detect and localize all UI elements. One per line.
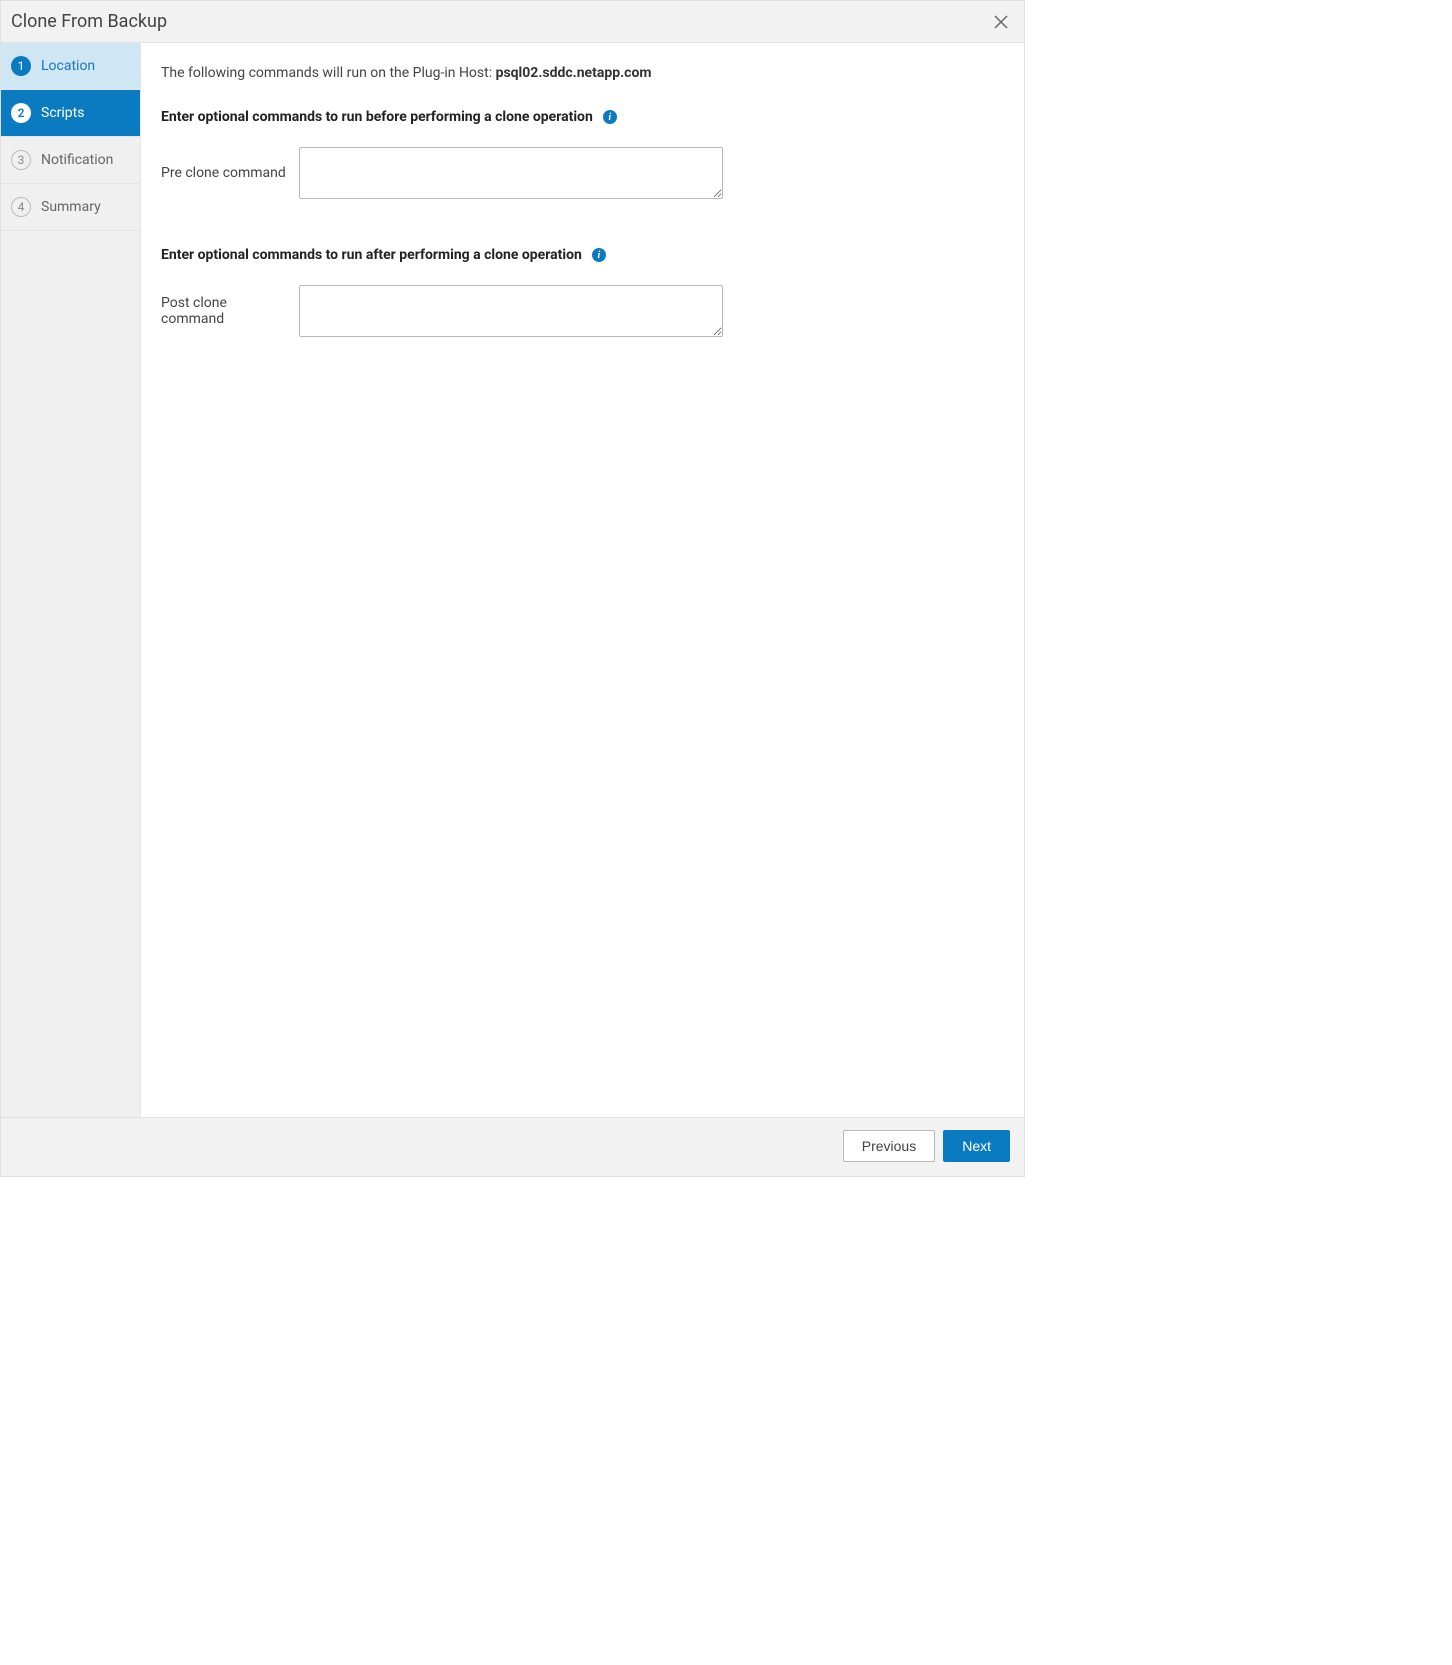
step-notification[interactable]: 3 Notification — [1, 137, 140, 184]
step-label: Location — [41, 58, 95, 74]
post-section-text: Enter optional commands to run after per… — [161, 247, 582, 263]
next-button[interactable]: Next — [943, 1130, 1010, 1162]
plugin-host-line: The following commands will run on the P… — [161, 65, 1004, 81]
host-name: psql02.sddc.netapp.com — [496, 65, 652, 81]
close-button[interactable] — [992, 13, 1010, 31]
post-clone-field-row: Post clone command — [161, 285, 1004, 337]
step-scripts[interactable]: 2 Scripts — [1, 90, 140, 137]
step-number: 4 — [11, 197, 31, 217]
pre-clone-field-label: Pre clone command — [161, 165, 291, 181]
dialog-header: Clone From Backup — [1, 1, 1024, 43]
post-clone-field-label: Post clone command — [161, 295, 291, 327]
pre-clone-field-row: Pre clone command — [161, 147, 1004, 199]
previous-button[interactable]: Previous — [843, 1130, 935, 1162]
post-clone-command-input[interactable] — [299, 285, 723, 337]
dialog-footer: Previous Next — [1, 1117, 1024, 1176]
pre-section-text: Enter optional commands to run before pe… — [161, 109, 593, 125]
host-line-prefix: The following commands will run on the P… — [161, 65, 496, 81]
dialog-body: 1 Location 2 Scripts 3 Notification 4 Su… — [1, 43, 1024, 1117]
step-summary[interactable]: 4 Summary — [1, 184, 140, 231]
info-icon[interactable]: i — [592, 248, 606, 262]
close-icon — [994, 15, 1008, 29]
step-number: 2 — [11, 103, 31, 123]
post-clone-section-label: Enter optional commands to run after per… — [161, 247, 1004, 263]
info-icon[interactable]: i — [603, 110, 617, 124]
step-label: Scripts — [41, 105, 84, 121]
step-label: Notification — [41, 152, 113, 168]
dialog-title: Clone From Backup — [11, 11, 167, 32]
step-number: 1 — [11, 56, 31, 76]
step-number: 3 — [11, 150, 31, 170]
pre-clone-command-input[interactable] — [299, 147, 723, 199]
wizard-sidebar: 1 Location 2 Scripts 3 Notification 4 Su… — [1, 43, 141, 1117]
clone-from-backup-dialog: Clone From Backup 1 Location 2 Scripts 3… — [0, 0, 1025, 1177]
step-content: The following commands will run on the P… — [141, 43, 1024, 1117]
step-location[interactable]: 1 Location — [1, 43, 140, 90]
step-label: Summary — [41, 199, 101, 215]
pre-clone-section-label: Enter optional commands to run before pe… — [161, 109, 1004, 125]
